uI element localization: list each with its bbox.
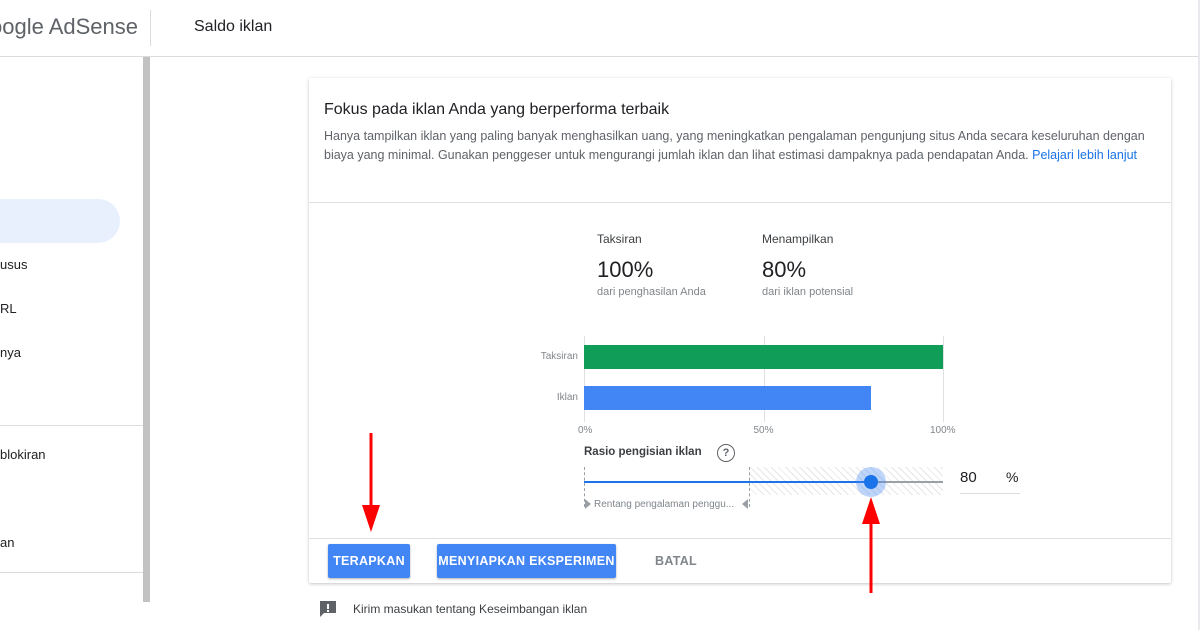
arrow-head xyxy=(362,505,380,532)
annotation-arrows xyxy=(362,433,880,593)
arrow-head xyxy=(862,497,880,524)
